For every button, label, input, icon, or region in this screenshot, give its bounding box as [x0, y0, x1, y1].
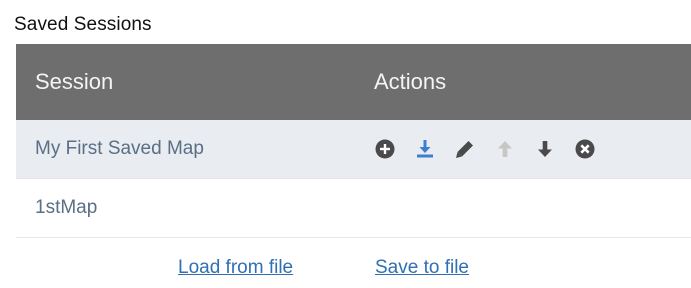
- move-down-button[interactable]: [534, 138, 556, 160]
- table-row[interactable]: My First Saved Map: [16, 120, 691, 179]
- delete-button[interactable]: [574, 138, 596, 160]
- pencil-icon: [455, 139, 475, 159]
- download-button[interactable]: [414, 138, 436, 160]
- table-header: Session Actions: [16, 44, 691, 120]
- load-from-file-link[interactable]: Load from file: [178, 257, 293, 279]
- arrow-down-icon: [535, 139, 555, 159]
- table-row[interactable]: 1stMap: [16, 179, 691, 238]
- session-name[interactable]: 1stMap: [16, 197, 358, 219]
- sessions-table: Session Actions My First Saved Map 1stMa…: [16, 44, 691, 238]
- edit-button[interactable]: [454, 138, 476, 160]
- column-header-session: Session: [35, 69, 114, 94]
- session-name[interactable]: My First Saved Map: [16, 138, 358, 160]
- panel-title: Saved Sessions: [14, 14, 152, 35]
- arrow-up-icon: [495, 139, 515, 159]
- close-circle-icon: [575, 139, 595, 159]
- saved-sessions-widget: Saved Sessions Session Actions My First …: [0, 0, 691, 288]
- download-icon: [415, 139, 435, 159]
- plus-circle-icon: [375, 139, 395, 159]
- footer-links: Load from file Save to file: [0, 257, 691, 287]
- add-button[interactable]: [374, 138, 396, 160]
- column-header-actions: Actions: [374, 69, 447, 94]
- row-actions: [358, 138, 614, 160]
- move-up-button[interactable]: [494, 138, 516, 160]
- save-to-file-link[interactable]: Save to file: [375, 257, 469, 279]
